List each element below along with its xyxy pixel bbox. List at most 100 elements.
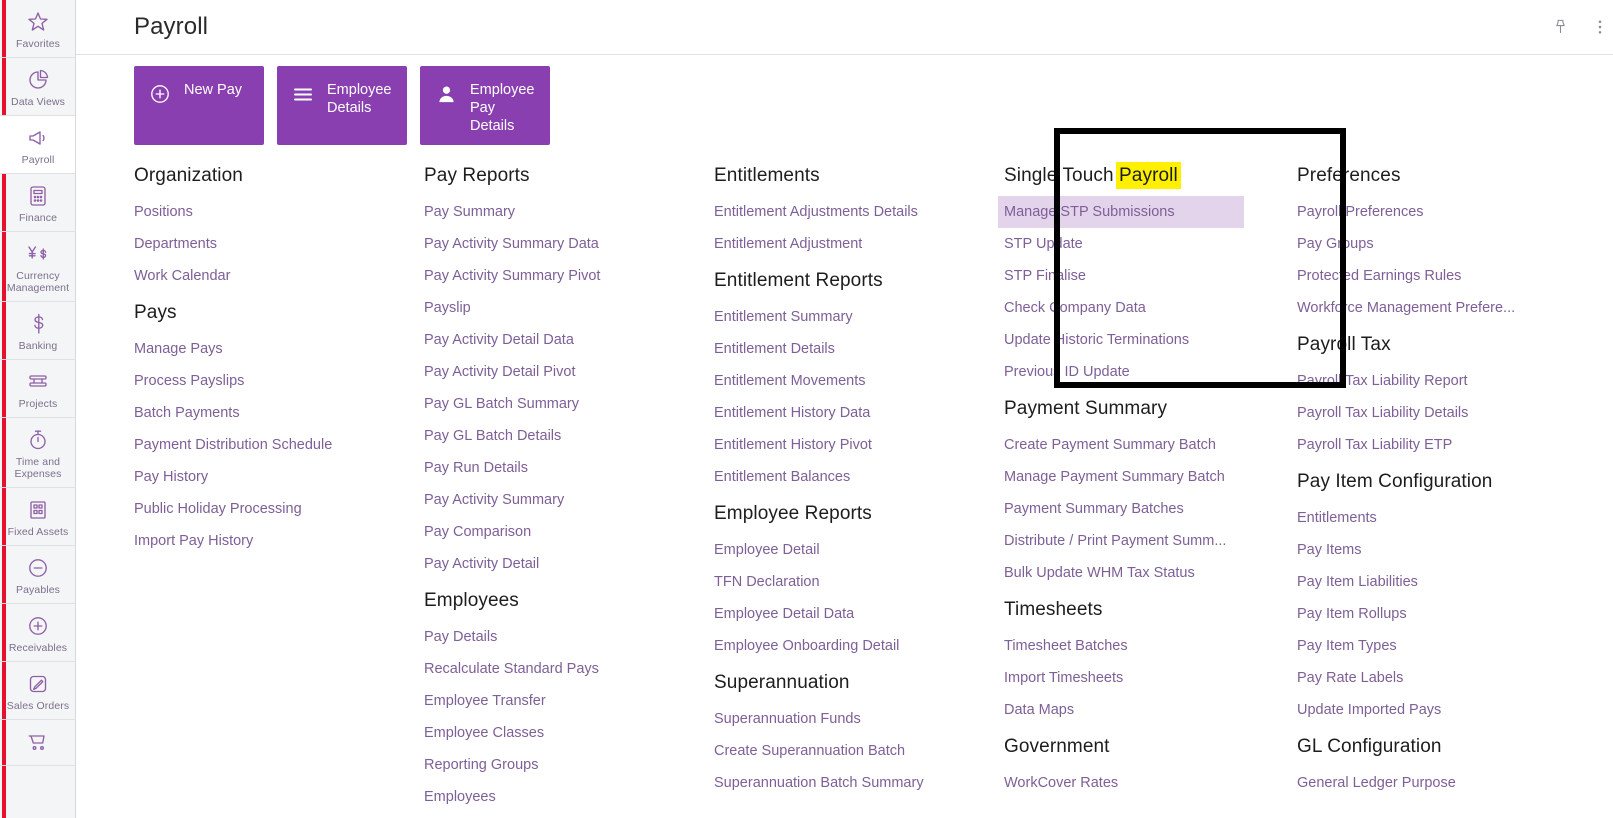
menu-link-employee-detail[interactable]: Employee Detail	[714, 534, 1004, 566]
menu-link-batch-payments[interactable]: Batch Payments	[134, 397, 424, 429]
menu-link-stp-finalise[interactable]: STP Finalise	[1004, 260, 1297, 292]
menu-link-import-timesheets[interactable]: Import Timesheets	[1004, 662, 1297, 694]
sidebar-item-time-and-expenses[interactable]: Time and Expenses	[0, 418, 75, 488]
menu-link-create-payment-summary-batch[interactable]: Create Payment Summary Batch	[1004, 429, 1297, 461]
menu-link-protected-earnings-rules[interactable]: Protected Earnings Rules	[1297, 260, 1597, 292]
menu-link-pay-items[interactable]: Pay Items	[1297, 534, 1597, 566]
menu-link-entitlement-balances[interactable]: Entitlement Balances	[714, 461, 1004, 493]
employee-details-button[interactable]: Employee Details	[277, 66, 407, 145]
menu-link-entitlement-history-pivot[interactable]: Entitlement History Pivot	[714, 429, 1004, 461]
menu-link-tfn-declaration[interactable]: TFN Declaration	[714, 566, 1004, 598]
menu-link-entitlement-adjustments-details[interactable]: Entitlement Adjustments Details	[714, 196, 1004, 228]
plus-circle-icon	[25, 613, 51, 639]
menu-link-pay-groups[interactable]: Pay Groups	[1297, 228, 1597, 260]
menu-link-entitlement-details[interactable]: Entitlement Details	[714, 333, 1004, 365]
menu-link-payslip[interactable]: Payslip	[424, 292, 714, 324]
menu-link-pay-summary[interactable]: Pay Summary	[424, 196, 714, 228]
menu-link-pay-activity-summary-pivot[interactable]: Pay Activity Summary Pivot	[424, 260, 714, 292]
menu-link-pay-activity-detail-pivot[interactable]: Pay Activity Detail Pivot	[424, 356, 714, 388]
action-button-label: Employee Details	[327, 82, 392, 116]
menu-link-superannuation-batch-summary[interactable]: Superannuation Batch Summary	[714, 767, 1004, 799]
new-pay-button[interactable]: New Pay	[134, 66, 264, 145]
quick-action-bar: New Pay Employee Details Employee Pay Deta…	[76, 55, 1613, 145]
menu-link-entitlement-adjustment[interactable]: Entitlement Adjustment	[714, 228, 1004, 260]
menu-link-payroll-tax-liability-details[interactable]: Payroll Tax Liability Details	[1297, 397, 1597, 429]
menu-link-pay-comparison[interactable]: Pay Comparison	[424, 516, 714, 548]
menu-link-entitlement-summary[interactable]: Entitlement Summary	[714, 301, 1004, 333]
menu-link-reporting-groups[interactable]: Reporting Groups	[424, 749, 714, 781]
menu-link-employee-classes[interactable]: Employee Classes	[424, 717, 714, 749]
menu-link-departments[interactable]: Departments	[134, 228, 424, 260]
menu-link-pay-activity-summary-data[interactable]: Pay Activity Summary Data	[424, 228, 714, 260]
menu-link-manage-pays[interactable]: Manage Pays	[134, 333, 424, 365]
sidebar-item-payables[interactable]: Payables	[0, 546, 75, 604]
menu-link-workforce-management-prefere[interactable]: Workforce Management Prefere...	[1297, 292, 1597, 324]
menu-link-pay-item-types[interactable]: Pay Item Types	[1297, 630, 1597, 662]
payroll-workspace: Favorites Data Views Payroll Finance Currenc…	[0, 0, 1613, 818]
menu-link-timesheet-batches[interactable]: Timesheet Batches	[1004, 630, 1297, 662]
main-panel: Payroll New Pay Employee Details Employee …	[76, 0, 1613, 818]
menu-link-positions[interactable]: Positions	[134, 196, 424, 228]
menu-link-pay-rate-labels[interactable]: Pay Rate Labels	[1297, 662, 1597, 694]
menu-link-workcover-rates[interactable]: WorkCover Rates	[1004, 767, 1297, 799]
menu-link-entitlement-movements[interactable]: Entitlement Movements	[714, 365, 1004, 397]
menu-link-check-company-data[interactable]: Check Company Data	[1004, 292, 1297, 324]
menu-link-pay-gl-batch-details[interactable]: Pay GL Batch Details	[424, 420, 714, 452]
list-lines-icon	[291, 82, 315, 106]
menu-link-pay-details[interactable]: Pay Details	[424, 621, 714, 653]
menu-link-pay-run-details[interactable]: Pay Run Details	[424, 452, 714, 484]
menu-link-entitlements[interactable]: Entitlements	[1297, 502, 1597, 534]
menu-link-work-calendar[interactable]: Work Calendar	[134, 260, 424, 292]
menu-link-distribute-print-payment-summ[interactable]: Distribute / Print Payment Summ...	[1004, 525, 1297, 557]
menu-link-payroll-tax-liability-report[interactable]: Payroll Tax Liability Report	[1297, 365, 1597, 397]
menu-link-data-maps[interactable]: Data Maps	[1004, 694, 1297, 726]
menu-link-create-superannuation-batch[interactable]: Create Superannuation Batch	[714, 735, 1004, 767]
menu-link-update-imported-pays[interactable]: Update Imported Pays	[1297, 694, 1597, 726]
menu-link-pay-item-rollups[interactable]: Pay Item Rollups	[1297, 598, 1597, 630]
menu-link-import-pay-history[interactable]: Import Pay History	[134, 525, 424, 557]
menu-link-superannuation-funds[interactable]: Superannuation Funds	[714, 703, 1004, 735]
sidebar-item-fixed-assets[interactable]: Fixed Assets	[0, 488, 75, 546]
menu-link-pay-activity-summary[interactable]: Pay Activity Summary	[424, 484, 714, 516]
sidebar-item-data-views[interactable]: Data Views	[0, 58, 75, 116]
more-options-icon[interactable]	[1589, 16, 1611, 38]
pin-icon[interactable]	[1549, 16, 1571, 38]
sidebar-item-sales-orders[interactable]: Sales Orders	[0, 662, 75, 720]
sidebar-item-label: Sales Orders	[6, 700, 70, 712]
menu-link-employee-transfer[interactable]: Employee Transfer	[424, 685, 714, 717]
menu-link-process-payslips[interactable]: Process Payslips	[134, 365, 424, 397]
menu-link-stp-update[interactable]: STP Update	[1004, 228, 1297, 260]
sidebar-item-finance[interactable]: Finance	[0, 174, 75, 232]
menu-link-employees[interactable]: Employees	[424, 781, 714, 813]
page-title: Payroll	[134, 13, 209, 40]
menu-link-recalculate-standard-pays[interactable]: Recalculate Standard Pays	[424, 653, 714, 685]
menu-link-entitlement-history-data[interactable]: Entitlement History Data	[714, 397, 1004, 429]
menu-link-payroll-preferences[interactable]: Payroll Preferences	[1297, 196, 1597, 228]
menu-link-employee-onboarding-detail[interactable]: Employee Onboarding Detail	[714, 630, 1004, 662]
sidebar-item-purchasing[interactable]	[0, 720, 75, 766]
sidebar-item-label: Data Views	[11, 96, 65, 108]
menu-link-bulk-update-whm-tax-status[interactable]: Bulk Update WHM Tax Status	[1004, 557, 1297, 589]
menu-link-employee-detail-data[interactable]: Employee Detail Data	[714, 598, 1004, 630]
sidebar-item-payroll[interactable]: Payroll	[0, 116, 75, 174]
menu-link-pay-history[interactable]: Pay History	[134, 461, 424, 493]
sidebar-item-projects[interactable]: Projects	[0, 360, 75, 418]
menu-link-payment-distribution-schedule[interactable]: Payment Distribution Schedule	[134, 429, 424, 461]
menu-link-previous-id-update[interactable]: Previous ID Update	[1004, 356, 1297, 388]
menu-link-manage-stp-submissions[interactable]: Manage STP Submissions	[998, 196, 1244, 228]
sidebar-item-receivables[interactable]: Receivables	[0, 604, 75, 662]
menu-link-pay-activity-detail-data[interactable]: Pay Activity Detail Data	[424, 324, 714, 356]
employee-pay-details-button[interactable]: Employee Pay Details	[420, 66, 550, 145]
menu-link-pay-item-liabilities[interactable]: Pay Item Liabilities	[1297, 566, 1597, 598]
menu-link-update-historic-terminations[interactable]: Update Historic Terminations	[1004, 324, 1297, 356]
menu-link-pay-gl-batch-summary[interactable]: Pay GL Batch Summary	[424, 388, 714, 420]
menu-link-manage-payment-summary-batch[interactable]: Manage Payment Summary Batch	[1004, 461, 1297, 493]
sidebar-item-currency-management[interactable]: Currency Management	[0, 232, 75, 302]
sidebar-item-banking[interactable]: Banking	[0, 302, 75, 360]
menu-link-payroll-tax-liability-etp[interactable]: Payroll Tax Liability ETP	[1297, 429, 1597, 461]
sidebar-item-favorites[interactable]: Favorites	[0, 0, 75, 58]
menu-link-public-holiday-processing[interactable]: Public Holiday Processing	[134, 493, 424, 525]
menu-link-general-ledger-purpose[interactable]: General Ledger Purpose	[1297, 767, 1597, 799]
menu-link-pay-activity-detail[interactable]: Pay Activity Detail	[424, 548, 714, 580]
menu-link-payment-summary-batches[interactable]: Payment Summary Batches	[1004, 493, 1297, 525]
